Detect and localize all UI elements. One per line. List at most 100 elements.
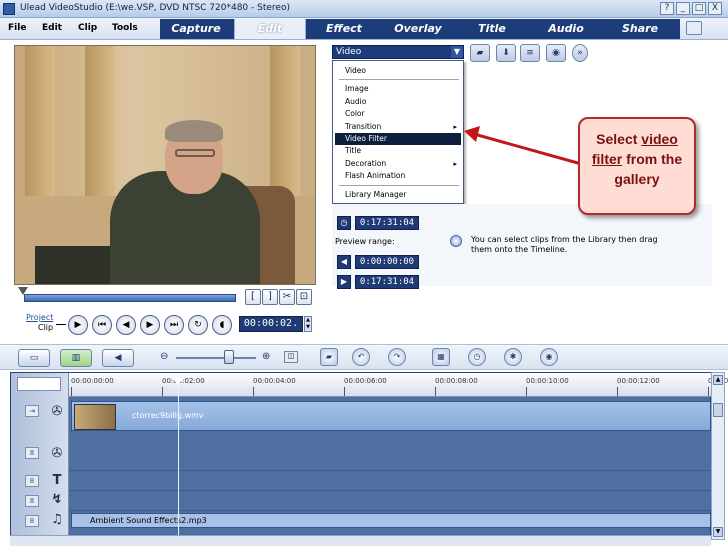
menu-tools[interactable]: Tools: [112, 23, 138, 33]
range-end-field[interactable]: 0:17:31:04: [355, 275, 419, 289]
ruler-tick-label: 00:00:04:00: [253, 377, 296, 385]
help-button[interactable]: ?: [660, 2, 674, 15]
track-toggle-voice[interactable]: 8: [25, 495, 39, 507]
voice-track[interactable]: [69, 491, 711, 511]
tab-overlay[interactable]: Overlay: [382, 19, 454, 39]
options-icon[interactable]: ◉: [546, 44, 566, 62]
menu-bar: File Edit Clip Tools Capture Edit Effect…: [0, 18, 728, 40]
project-mode-label[interactable]: Project: [26, 313, 53, 323]
chapter-icon[interactable]: ✱: [504, 348, 522, 366]
scrub-bar[interactable]: [14, 287, 236, 305]
gallery-menu-item[interactable]: Transition ▸: [335, 121, 461, 133]
scroll-up-icon[interactable]: ▲: [713, 375, 723, 385]
gallery-menu-item[interactable]: Title: [335, 145, 461, 157]
zoom-out-icon[interactable]: ⊖: [160, 351, 168, 362]
window-title: Ulead VideoStudio (E:\we.VSP, DVD NTSC 7…: [20, 3, 290, 13]
hint-text: You can select clips from the Library th…: [471, 235, 658, 254]
batch-convert-icon[interactable]: ◷: [468, 348, 486, 366]
end-icon[interactable]: ⏭: [164, 315, 184, 335]
track-toggle-title[interactable]: 8: [25, 475, 39, 487]
title-bar: Ulead VideoStudio (E:\we.VSP, DVD NTSC 7…: [0, 0, 728, 18]
tab-title[interactable]: Title: [456, 19, 528, 39]
maximize-button[interactable]: □: [692, 2, 706, 15]
enlarge-icon[interactable]: ⊡: [296, 289, 312, 305]
range-end-icon[interactable]: ▶: [337, 275, 351, 289]
disc-icon[interactable]: ◉: [540, 348, 558, 366]
previous-frame-icon[interactable]: ◀: [116, 315, 136, 335]
music-track-icon: ♫: [51, 512, 63, 527]
scroll-down-icon[interactable]: ▼: [713, 527, 723, 537]
menu-edit[interactable]: Edit: [42, 23, 62, 33]
play-button[interactable]: ▶: [68, 315, 88, 335]
track-toggle-video[interactable]: ⇥: [25, 405, 39, 417]
playhead-marker[interactable]: [172, 378, 184, 385]
audio-view-icon[interactable]: ◀: [102, 349, 134, 367]
zoom-slider[interactable]: [176, 357, 256, 359]
zoom-slider-knob[interactable]: [224, 350, 234, 364]
gallery-menu-item[interactable]: Audio: [335, 96, 461, 108]
clip-mode-label[interactable]: Clip: [38, 323, 53, 333]
gallery-menu-item[interactable]: Image: [335, 83, 461, 95]
range-start-field[interactable]: 0:00:00:00: [355, 255, 419, 269]
tab-edit[interactable]: Edit: [234, 19, 306, 39]
timeline-horizontal-scrollbar[interactable]: [10, 535, 711, 546]
overlay-track[interactable]: [69, 431, 711, 471]
tab-effect[interactable]: Effect: [308, 19, 380, 39]
timecode-display[interactable]: 00:00:02. 15: [239, 316, 303, 343]
chevron-down-icon[interactable]: ▼: [451, 46, 463, 58]
gallery-menu-item-label: Transition: [345, 121, 382, 131]
gallery-menu-item-label: Color: [345, 109, 365, 119]
video-clip[interactable]: ctorrec9billg.wmv: [71, 401, 711, 431]
mark-out-button[interactable]: ]: [262, 289, 278, 305]
duration-field[interactable]: 0:17:31:04: [355, 216, 419, 230]
smart-proxy-icon[interactable]: ▦: [432, 348, 450, 366]
gallery-dropdown[interactable]: Video ▼: [332, 45, 464, 59]
import-icon[interactable]: ⬇: [496, 44, 516, 62]
track-toggle-music[interactable]: 8: [25, 515, 39, 527]
video-clip-label: ctorrec9billg.wmv: [132, 411, 204, 420]
storyboard-view-icon[interactable]: ▭: [18, 349, 50, 367]
folder-icon[interactable]: ▰: [470, 44, 490, 62]
title-track[interactable]: [69, 471, 711, 491]
tab-capture[interactable]: Capture: [160, 19, 232, 39]
next-frame-icon[interactable]: ▶: [140, 315, 160, 335]
gallery-menu-item[interactable]: Flash Animation: [335, 170, 461, 182]
repeat-icon[interactable]: ↻: [188, 315, 208, 335]
fit-icon[interactable]: ◫: [284, 351, 298, 363]
timeline-view-icon[interactable]: ▥: [60, 349, 92, 367]
scrub-track[interactable]: [24, 294, 236, 302]
playhead[interactable]: [178, 380, 179, 540]
undo-icon[interactable]: ↶: [352, 348, 370, 366]
timeline-vertical-scrollbar[interactable]: ▲ ▼: [711, 372, 725, 540]
ruler-tick: [162, 387, 163, 396]
track-toggle-overlay[interactable]: 8: [25, 447, 39, 459]
menu-clip[interactable]: Clip: [78, 23, 97, 33]
insert-media-icon[interactable]: ▰: [320, 348, 338, 366]
panel-toggle-icon[interactable]: [686, 21, 702, 35]
tab-audio[interactable]: Audio: [530, 19, 602, 39]
gallery-menu-item[interactable]: Video Filter: [335, 133, 461, 145]
volume-icon[interactable]: ◖: [212, 315, 232, 335]
audio-clip[interactable]: Ambient Sound Effects2.mp3: [71, 513, 711, 528]
gallery-menu-item[interactable]: Decoration ▸: [335, 158, 461, 170]
gallery-menu-item[interactable]: Video: [335, 65, 461, 77]
expand-icon[interactable]: »: [572, 44, 588, 62]
ruler-tick: [617, 387, 618, 396]
minimize-button[interactable]: _: [676, 2, 690, 15]
close-button[interactable]: X: [708, 2, 722, 15]
menu-file[interactable]: File: [8, 23, 26, 33]
redo-icon[interactable]: ↷: [388, 348, 406, 366]
range-start-icon[interactable]: ◀: [337, 255, 351, 269]
sort-icon[interactable]: ≡: [520, 44, 540, 62]
gallery-menu-item[interactable]: Library Manager: [335, 189, 461, 201]
gallery-menu-item[interactable]: Color: [335, 108, 461, 120]
zoom-in-icon[interactable]: ⊕: [262, 351, 270, 362]
home-icon[interactable]: ⏮: [92, 315, 112, 335]
timeline-ruler[interactable]: 00:00:00:00 00:00:02:00 00:00:04:00 00:00:0…: [69, 373, 728, 397]
scissors-icon[interactable]: ✂: [279, 289, 295, 305]
mark-in-button[interactable]: [: [245, 289, 261, 305]
tab-share[interactable]: Share: [604, 19, 676, 39]
ruler-tick-label: 00:00:10:00: [526, 377, 569, 385]
scroll-thumb[interactable]: [713, 403, 723, 417]
timecode-stepper[interactable]: ▲ ▼: [304, 316, 312, 332]
